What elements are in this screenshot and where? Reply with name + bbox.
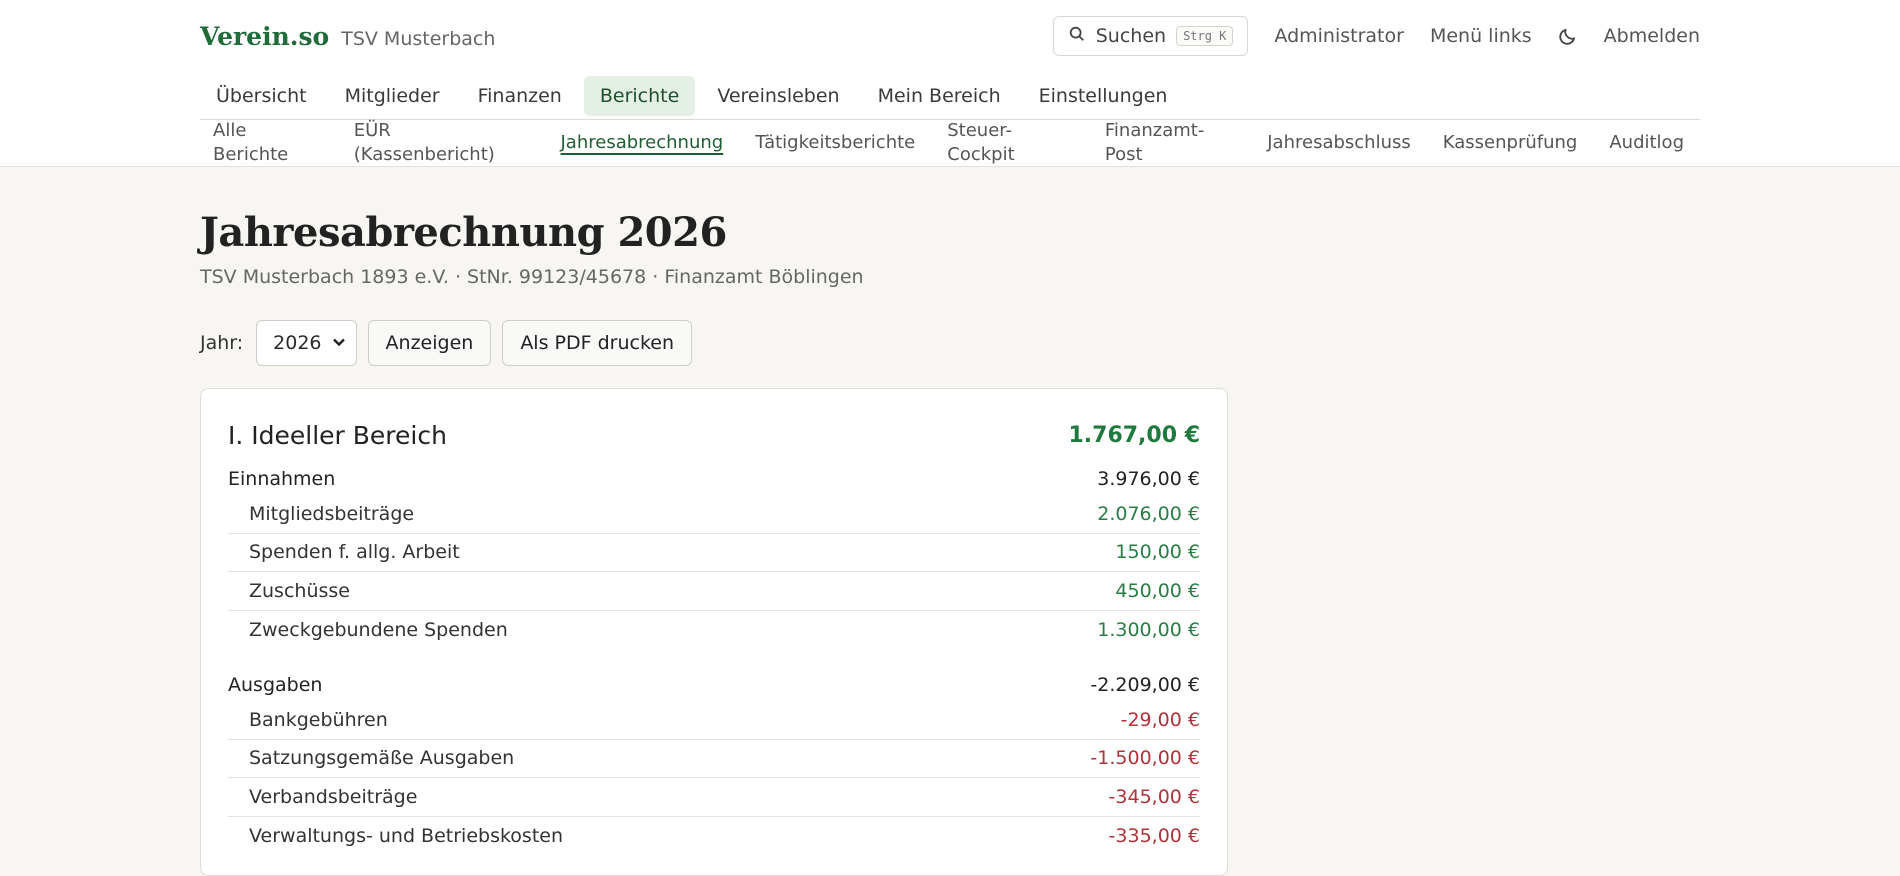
line-label: Zuschüsse: [249, 579, 350, 602]
line-label: Bankgebühren: [249, 708, 388, 731]
section-total: 1.767,00 €: [1068, 422, 1200, 448]
search-label: Suchen: [1095, 25, 1167, 47]
line-label: Satzungsgemäße Ausgaben: [249, 747, 515, 770]
logo[interactable]: Verein.so: [200, 22, 329, 51]
sub-nav-taetigkeitsberichte[interactable]: Tätigkeitsberichte: [739, 131, 931, 155]
main-nav-mein-bereich[interactable]: Mein Bereich: [862, 76, 1017, 116]
income-total: 3.976,00 €: [1097, 468, 1200, 490]
main-nav-finanzen[interactable]: Finanzen: [462, 76, 578, 116]
club-name: TSV Musterbach: [341, 27, 496, 50]
search-shortcut-badge: Strg K: [1176, 26, 1234, 46]
logout-link[interactable]: Abmelden: [1604, 25, 1700, 47]
expense-line: Verwaltungs- und Betriebskosten -335,00 …: [228, 817, 1200, 856]
main-nav-berichte[interactable]: Berichte: [583, 75, 696, 116]
dark-mode-moon-icon[interactable]: [1558, 26, 1578, 46]
menu-position-toggle[interactable]: Menü links: [1430, 25, 1532, 47]
main-content: Jahresabrechnung 2026 TSV Musterbach 189…: [200, 167, 1700, 876]
section-header: I. Ideeller Bereich 1.767,00 €: [228, 415, 1200, 455]
report-card: I. Ideeller Bereich 1.767,00 € Einnahmen…: [200, 388, 1228, 876]
income-line: Zweckgebundene Spenden 1.300,00 €: [228, 611, 1200, 650]
search-button[interactable]: Suchen Strg K: [1052, 16, 1249, 56]
sub-nav-auditlog[interactable]: Auditlog: [1593, 131, 1700, 155]
page-meta: TSV Musterbach 1893 e.V. · StNr. 99123/4…: [200, 266, 864, 288]
main-nav-einstellungen[interactable]: Einstellungen: [1023, 76, 1184, 116]
main-nav: Übersicht Mitglieder Finanzen Berichte V…: [200, 72, 1700, 120]
section-title: I. Ideeller Bereich: [228, 420, 447, 450]
income-group-header: Einnahmen 3.976,00 €: [228, 463, 1200, 495]
expense-line: Verbandsbeiträge -345,00 €: [228, 778, 1200, 817]
line-amount: 1.300,00 €: [1097, 618, 1200, 641]
sub-nav-steuer-cockpit[interactable]: Steuer-Cockpit: [931, 119, 1089, 167]
user-link[interactable]: Administrator: [1274, 25, 1404, 47]
year-label: Jahr:: [200, 332, 244, 354]
line-label: Verbandsbeiträge: [249, 785, 418, 808]
line-amount: -29,00 €: [1120, 708, 1200, 731]
line-label: Verwaltungs- und Betriebskosten: [249, 824, 564, 847]
line-label: Mitgliedsbeiträge: [249, 502, 415, 525]
sub-nav-jahresabschluss[interactable]: Jahresabschluss: [1251, 131, 1427, 155]
brand: Verein.so TSV Musterbach: [200, 22, 495, 51]
income-lines: Mitgliedsbeiträge 2.076,00 € Spenden f. …: [228, 495, 1200, 649]
year-select-value: 2026: [273, 332, 322, 354]
main-nav-uebersicht[interactable]: Übersicht: [200, 76, 323, 116]
sub-nav-jahresabrechnung[interactable]: Jahresabrechnung: [545, 131, 740, 155]
expenses-total: -2.209,00 €: [1090, 674, 1200, 696]
line-amount: -345,00 €: [1108, 785, 1200, 808]
main-nav-vereinsleben[interactable]: Vereinsleben: [701, 76, 855, 116]
sub-nav-finanzamt-post[interactable]: Finanzamt-Post: [1089, 119, 1251, 167]
line-amount: -1.500,00 €: [1090, 747, 1200, 770]
line-amount: 2.076,00 €: [1097, 502, 1200, 525]
chevron-down-icon: [332, 332, 346, 354]
line-amount: 150,00 €: [1115, 541, 1200, 564]
expense-line: Bankgebühren -29,00 €: [228, 701, 1200, 740]
income-line: Zuschüsse 450,00 €: [228, 572, 1200, 611]
line-amount: -335,00 €: [1108, 824, 1200, 847]
header-row: Verein.so TSV Musterbach Suchen Strg K A…: [200, 0, 1700, 72]
income-line: Spenden f. allg. Arbeit 150,00 €: [228, 534, 1200, 572]
sub-nav-kassenpruefung[interactable]: Kassenprüfung: [1427, 131, 1594, 155]
income-line: Mitgliedsbeiträge 2.076,00 €: [228, 495, 1200, 534]
expenses-group-header: Ausgaben -2.209,00 €: [228, 669, 1200, 701]
print-pdf-button[interactable]: Als PDF drucken: [502, 320, 693, 366]
header-actions: Suchen Strg K Administrator Menü links A…: [1052, 16, 1700, 56]
page-title: Jahresabrechnung 2026: [200, 209, 727, 256]
report-controls: Jahr: 2026 Anzeigen Als PDF drucken: [200, 320, 1700, 366]
main-nav-mitglieder[interactable]: Mitglieder: [329, 76, 456, 116]
income-label: Einnahmen: [228, 468, 336, 490]
expense-line: Satzungsgemäße Ausgaben -1.500,00 €: [228, 740, 1200, 778]
show-button[interactable]: Anzeigen: [367, 320, 492, 366]
expenses-lines: Bankgebühren -29,00 € Satzungsgemäße Aus…: [228, 701, 1200, 855]
line-label: Zweckgebundene Spenden: [249, 618, 508, 641]
sub-nav-euer[interactable]: EÜR (Kassenbericht): [338, 119, 545, 167]
year-select[interactable]: 2026: [256, 320, 357, 366]
sub-nav-alle-berichte[interactable]: Alle Berichte: [200, 119, 338, 167]
top-bar: Verein.so TSV Musterbach Suchen Strg K A…: [0, 0, 1900, 167]
line-amount: 450,00 €: [1115, 579, 1200, 602]
sub-nav: Alle Berichte EÜR (Kassenbericht) Jahres…: [200, 120, 1700, 166]
expenses-label: Ausgaben: [228, 674, 323, 696]
line-label: Spenden f. allg. Arbeit: [249, 541, 460, 564]
search-icon: [1068, 25, 1086, 48]
